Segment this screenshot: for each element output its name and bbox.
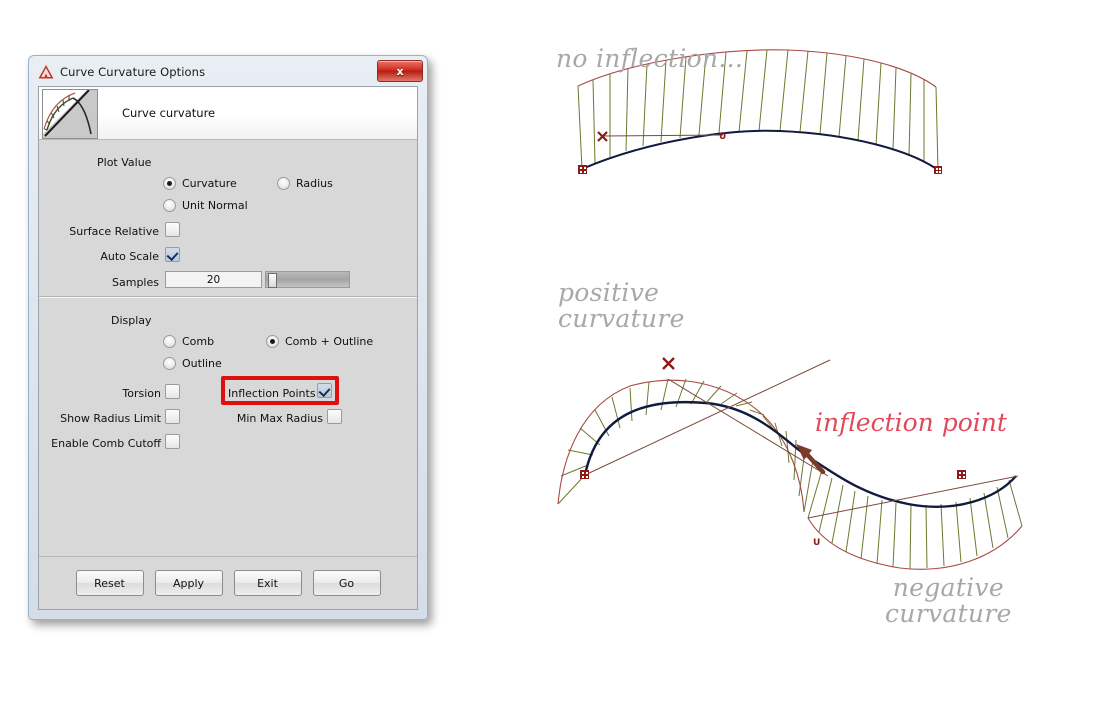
radio-curvature-control[interactable] — [163, 177, 176, 190]
note-negative-curvature: negative curvature — [885, 575, 1012, 628]
no-inflection-diagram: U — [430, 0, 1100, 250]
dialog-banner: Curve curvature — [39, 87, 417, 140]
display-group-label: Display — [111, 314, 152, 327]
endpoint-marker-left-top — [578, 165, 587, 174]
close-icon[interactable]: x — [377, 60, 423, 82]
banner-label: Curve curvature — [122, 106, 215, 120]
marker-u-bottom: U — [813, 538, 820, 548]
enable-comb-cutoff-label: Enable Comb Cutoff — [47, 437, 161, 450]
dialog-titlebar[interactable]: Curve Curvature Options x — [32, 59, 424, 84]
checkbox-show-radius-limit[interactable] — [165, 409, 180, 424]
reset-button[interactable]: Reset — [76, 570, 144, 596]
inflection-diagram: U — [430, 280, 1100, 700]
endpoint-marker-right-top — [934, 166, 942, 174]
note-positive-curvature: positive curvature — [558, 280, 685, 333]
show-radius-limit-label: Show Radius Limit — [57, 412, 161, 425]
comb-outline-negative — [808, 518, 1022, 569]
curve-curvature-thumbnail-icon — [42, 89, 98, 139]
note-no-inflection: no inflection... — [556, 46, 743, 72]
plot-value-group-label: Plot Value — [97, 156, 151, 169]
inflection-points-label: Inflection Points — [228, 387, 328, 400]
radio-unit-normal-control[interactable] — [163, 199, 176, 212]
marker-u-top: U — [719, 132, 726, 142]
checkbox-auto-scale[interactable] — [165, 247, 180, 262]
svg-text:U: U — [719, 132, 726, 142]
radio-outline-label: Outline — [182, 357, 222, 370]
checkbox-min-max-radius[interactable] — [327, 409, 342, 424]
dialog-title: Curve Curvature Options — [60, 65, 205, 79]
checkbox-surface-relative[interactable] — [165, 222, 180, 237]
radio-comb-label: Comb — [182, 335, 214, 348]
illustration-area: U no inflection... — [430, 0, 1100, 710]
marker-x-bottom — [663, 358, 674, 369]
auto-scale-label: Auto Scale — [59, 250, 159, 263]
checkbox-torsion[interactable] — [165, 384, 180, 399]
checkbox-enable-comb-cutoff[interactable] — [165, 434, 180, 449]
note-inflection-point: inflection point — [815, 408, 1007, 437]
endpoint-marker-right-bottom — [957, 470, 966, 479]
samples-label: Samples — [59, 276, 159, 289]
samples-input[interactable]: 20 — [165, 271, 262, 288]
radio-comb-control[interactable] — [163, 335, 176, 348]
radio-comb-outline[interactable]: Comb + Outline — [266, 335, 373, 348]
curve-curvature-options-dialog: Curve Curvature Options x — [28, 55, 428, 620]
radio-outline-control[interactable] — [163, 357, 176, 370]
samples-slider[interactable] — [265, 271, 350, 288]
samples-slider-thumb[interactable] — [268, 273, 277, 288]
dialog-button-bar: Reset Apply Exit Go — [39, 556, 417, 609]
endpoint-marker-left-bottom — [580, 470, 589, 479]
curve-top — [582, 131, 938, 170]
display-section: Display Comb Comb + Outline Outline Tors… — [39, 297, 417, 609]
radio-radius-label: Radius — [296, 177, 333, 190]
exit-button[interactable]: Exit — [234, 570, 302, 596]
autodesk-logo-icon — [38, 65, 54, 79]
radio-unit-normal[interactable]: Unit Normal — [163, 199, 248, 212]
radio-comb-outline-label: Comb + Outline — [285, 335, 373, 348]
apply-button[interactable]: Apply — [155, 570, 223, 596]
radio-comb-outline-control[interactable] — [266, 335, 279, 348]
torsion-label: Torsion — [69, 387, 161, 400]
radio-radius-control[interactable] — [277, 177, 290, 190]
radio-outline[interactable]: Outline — [163, 357, 222, 370]
go-button[interactable]: Go — [313, 570, 381, 596]
surface-relative-label: Surface Relative — [59, 225, 159, 238]
radio-curvature-label: Curvature — [182, 177, 237, 190]
min-max-radius-label: Min Max Radius — [227, 412, 323, 425]
radio-unit-normal-label: Unit Normal — [182, 199, 248, 212]
checkbox-inflection-points[interactable] — [317, 383, 332, 398]
comb-lines-negative — [808, 470, 1022, 569]
plot-value-section: Plot Value Curvature Radius Unit Normal … — [39, 140, 417, 297]
tangent-line-2 — [668, 379, 828, 476]
inflection-arrow-icon — [796, 444, 823, 472]
marker-x-top — [598, 132, 607, 141]
radio-curvature[interactable]: Curvature — [163, 177, 237, 190]
radio-comb[interactable]: Comb — [163, 335, 214, 348]
radio-radius[interactable]: Radius — [277, 177, 333, 190]
dialog-client-area: Curve curvature Plot Value Curvature Rad… — [38, 86, 418, 610]
